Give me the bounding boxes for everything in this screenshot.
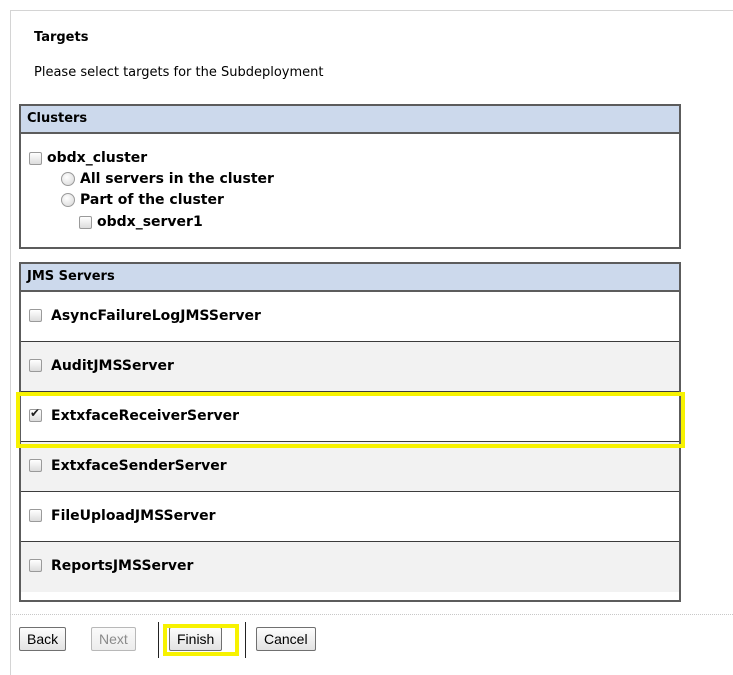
finish-button[interactable]: Finish [169,627,223,651]
jms-label: AuditJMSServer [51,358,174,374]
clusters-panel: Clusters obdx_cluster All servers in the… [19,104,681,249]
part-cluster-label: Part of the cluster [80,192,224,208]
cluster-checkbox[interactable] [29,151,42,165]
instruction-text: Please select targets for the Subdeploym… [34,65,324,80]
jms-row: ReportsJMSServer [21,542,679,592]
jms-servers-panel: JMS Servers AsyncFailureLogJMSServer Aud… [19,262,681,602]
jms-checkbox-checked[interactable] [29,406,42,422]
next-button[interactable]: Next [91,627,136,651]
jms-checkbox[interactable] [29,559,42,572]
page-title: Targets [34,30,89,45]
cluster-option: obdx_cluster [29,150,147,166]
left-divider [10,10,11,675]
all-servers-option: All servers in the cluster [61,171,274,187]
server-label: obdx_server1 [97,214,203,230]
top-divider [10,10,733,11]
jms-checkbox[interactable] [29,359,42,372]
jms-label: ExtxfaceSenderServer [51,458,227,474]
jms-label: ExtxfaceReceiverServer [51,408,240,424]
cancel-button[interactable]: Cancel [256,627,316,651]
clusters-header: Clusters [21,106,679,134]
jms-servers-header: JMS Servers [21,264,679,292]
jms-checkbox[interactable] [29,459,42,472]
jms-row: ExtxfaceSenderServer [21,442,679,492]
back-button[interactable]: Back [19,627,67,651]
part-cluster-radio[interactable] [61,193,75,207]
server-checkbox[interactable] [79,215,92,229]
jms-row: ExtxfaceReceiverServer [21,392,679,442]
button-separator [245,622,246,658]
all-servers-radio[interactable] [61,172,75,186]
server-option: obdx_server1 [79,214,203,230]
jms-row: AuditJMSServer [21,342,679,392]
all-servers-label: All servers in the cluster [80,171,274,187]
jms-checkbox[interactable] [29,509,42,522]
jms-label: ReportsJMSServer [51,558,194,574]
jms-row: AsyncFailureLogJMSServer [21,292,679,342]
jms-checkbox[interactable] [29,309,42,322]
cluster-label: obdx_cluster [47,150,148,166]
jms-label: AsyncFailureLogJMSServer [51,308,261,324]
button-separator [158,622,159,658]
part-cluster-option: Part of the cluster [61,192,224,208]
bottom-divider [10,614,733,615]
jms-row: FileUploadJMSServer [21,492,679,542]
jms-label: FileUploadJMSServer [51,508,216,524]
